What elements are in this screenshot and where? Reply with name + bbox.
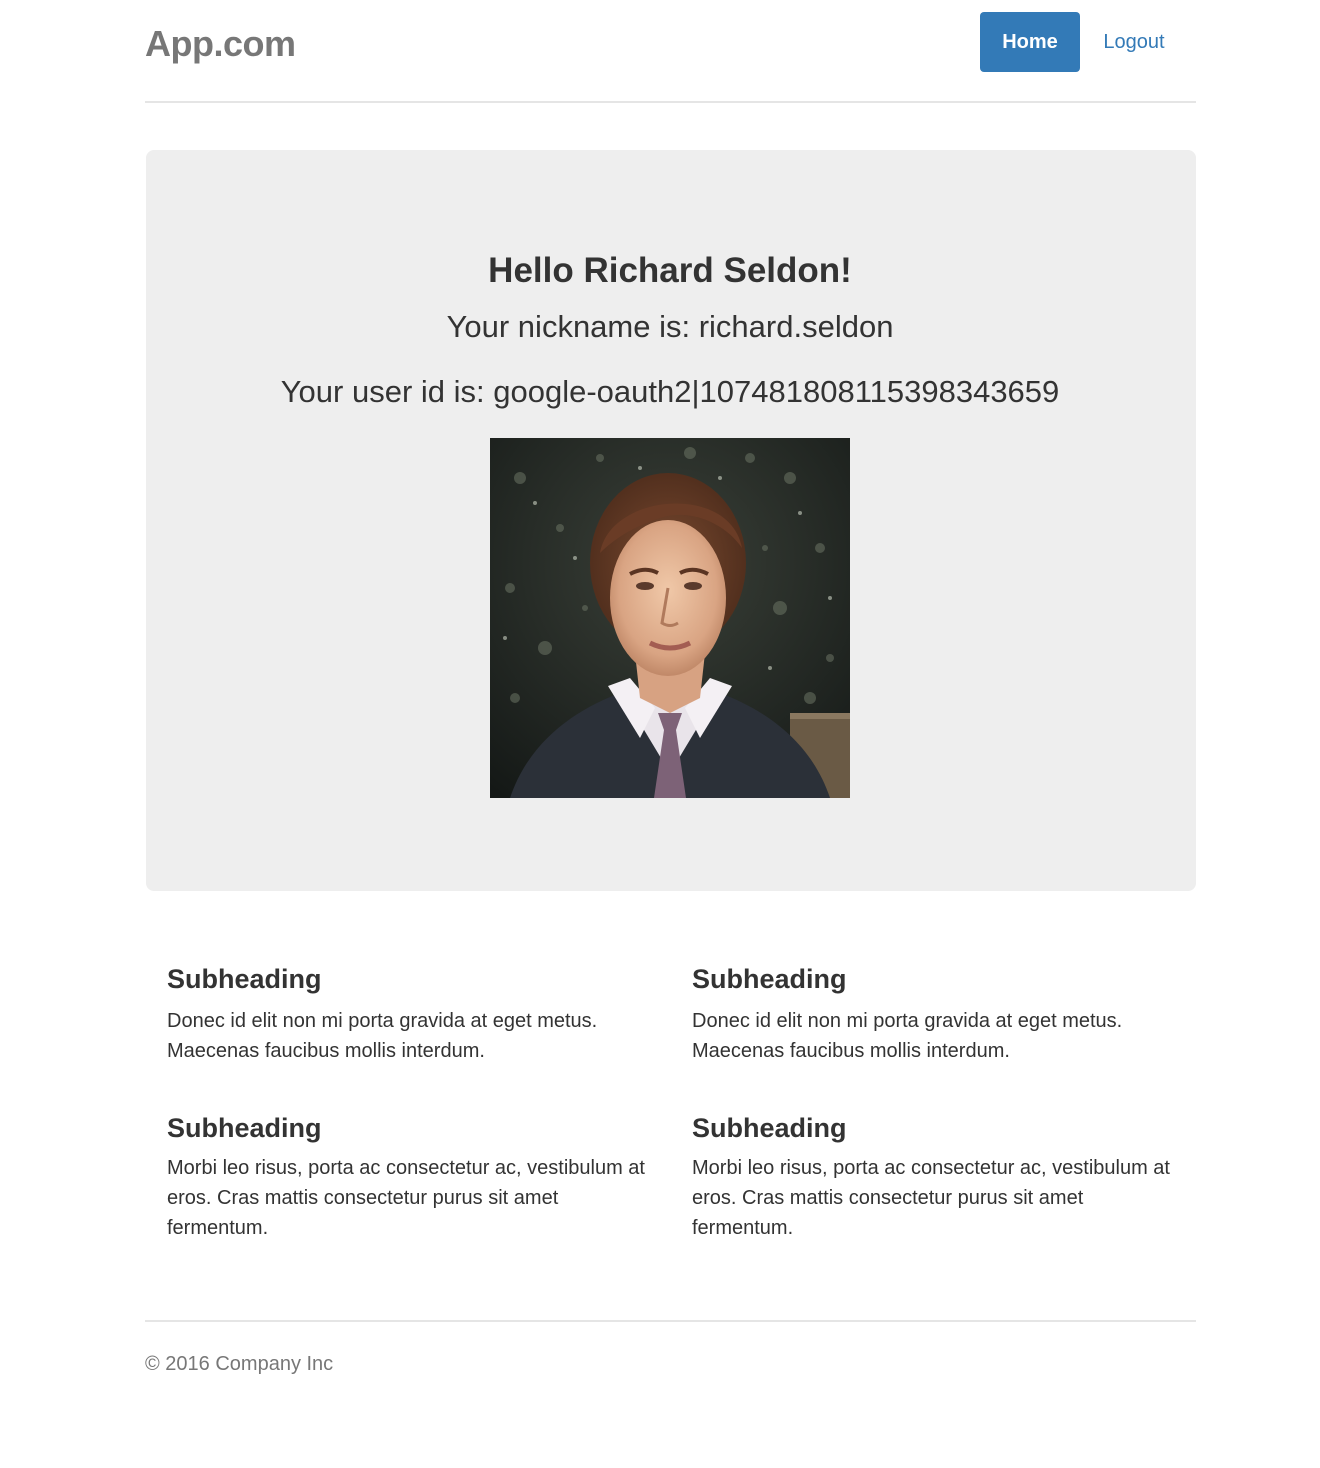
- footer-copyright: © 2016 Company Inc: [145, 1353, 334, 1375]
- body-text: Donec id elit non mi porta gravida at eg…: [692, 1010, 1123, 1062]
- body-text: Morbi leo risus, porta ac consectetur ac…: [167, 1157, 645, 1239]
- profile-photo-image: [490, 438, 850, 798]
- marketing-column-right: Subheading Donec id elit non mi porta gr…: [692, 962, 1172, 1243]
- user-id-text: Your user id is: google-oauth2|107481808…: [280, 374, 1060, 409]
- body-text: Donec id elit non mi porta gravida at eg…: [167, 1010, 598, 1062]
- subheading: Subheading: [692, 964, 847, 994]
- header: App.com Home Logout: [145, 0, 1196, 103]
- home-button[interactable]: Home: [980, 12, 1080, 72]
- greeting-heading: Hello Richard Seldon!: [488, 251, 852, 290]
- body-text: Morbi leo risus, porta ac consectetur ac…: [692, 1157, 1170, 1239]
- subheading: Subheading: [167, 964, 322, 994]
- logout-link[interactable]: Logout: [1094, 12, 1174, 72]
- footer-divider: [145, 1320, 1196, 1322]
- brand-title: App.com: [145, 23, 296, 64]
- nickname-text: Your nickname is: richard.seldon: [446, 309, 894, 344]
- subheading: Subheading: [692, 1113, 847, 1143]
- subheading: Subheading: [167, 1113, 322, 1143]
- marketing-column-left: Subheading Donec id elit non mi porta gr…: [167, 962, 647, 1243]
- profile-photo: [490, 438, 850, 798]
- page-container: App.com Home Logout Hello Richard Seldon…: [145, 0, 1196, 1468]
